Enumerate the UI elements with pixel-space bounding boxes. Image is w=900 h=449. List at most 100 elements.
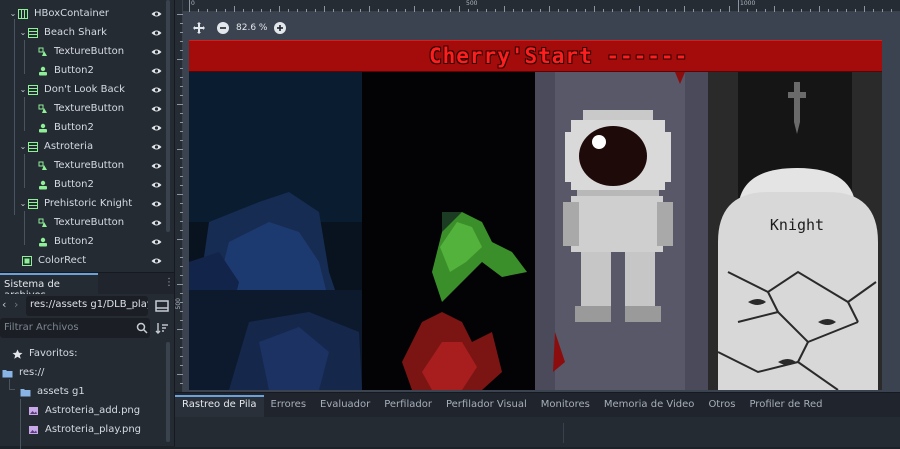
- visibility-eye-icon[interactable]: [151, 162, 162, 170]
- dock-menu-icon[interactable]: ⋮: [164, 277, 174, 291]
- scene-node-row[interactable]: TextureButton: [0, 156, 168, 175]
- scene-node-label: Don't Look Back: [44, 84, 125, 95]
- button-icon: [39, 66, 47, 75]
- sort-icon[interactable]: [155, 321, 169, 335]
- scene-node-row[interactable]: Button2: [0, 118, 168, 137]
- visibility-eye-icon[interactable]: [151, 67, 162, 75]
- visibility-eye-icon[interactable]: [151, 105, 162, 113]
- visibility-eye-icon[interactable]: [151, 181, 162, 189]
- bottom-tab[interactable]: Monitores: [534, 395, 597, 417]
- scene-node-row[interactable]: TextureButton: [0, 42, 168, 61]
- title-banner: Cherry'Start ------: [189, 40, 882, 72]
- scene-node-row[interactable]: Button2: [0, 175, 168, 194]
- bottom-tab[interactable]: Profiler de Red: [742, 395, 829, 417]
- visibility-eye-icon[interactable]: [151, 48, 162, 56]
- bottom-tab[interactable]: Rastreo de Pila: [175, 395, 264, 417]
- texture-button-icon: [38, 104, 47, 113]
- filesystem-item-label: Astroteria_play.png: [45, 424, 142, 435]
- visibility-eye-icon[interactable]: [151, 143, 162, 151]
- ruler-label: 0: [191, 0, 195, 7]
- visibility-eye-icon[interactable]: [151, 124, 162, 132]
- scene-node-label: Astroteria: [44, 141, 94, 152]
- fs-guide-line: [9, 389, 15, 390]
- zoom-controls: 82.6 %: [192, 18, 287, 38]
- zoom-out-icon[interactable]: [216, 21, 230, 35]
- cover-beach-shark[interactable]: [189, 72, 362, 390]
- ruler-label: 1000: [740, 0, 756, 7]
- scene-node-row[interactable]: TextureButton: [0, 99, 168, 118]
- bottom-tab[interactable]: Memoria de Video: [597, 395, 702, 417]
- scene-node-row[interactable]: ⌄ Don't Look Back: [0, 80, 168, 99]
- vbox-container-icon: [28, 84, 38, 95]
- filesystem-item[interactable]: res://: [2, 363, 44, 382]
- back-arrow-icon[interactable]: ‹: [2, 298, 12, 314]
- visibility-eye-icon[interactable]: [151, 200, 162, 208]
- scene-node-row[interactable]: Button2: [0, 61, 168, 80]
- chevron-down-icon[interactable]: ⌄: [18, 28, 28, 37]
- bottom-tab[interactable]: Errores: [264, 395, 314, 417]
- folder-icon: [2, 369, 13, 377]
- texture-button-icon: [38, 218, 47, 227]
- filesystem-item[interactable]: Astroteria_add.png: [28, 401, 140, 420]
- tab-filesystem[interactable]: Sistema de archivos: [0, 273, 98, 301]
- visibility-eye-icon[interactable]: [151, 10, 162, 18]
- scene-node-label: TextureButton: [54, 46, 125, 57]
- bottom-tab[interactable]: Perfilador: [377, 395, 439, 417]
- chevron-down-icon[interactable]: ⌄: [8, 9, 18, 18]
- filesystem-item-label: Favoritos:: [29, 348, 78, 359]
- hbox-container-icon: [18, 8, 28, 19]
- filesystem-item[interactable]: assets g1: [20, 382, 85, 401]
- scene-tree-scrollbar[interactable]: [166, 0, 170, 232]
- filesystem-panel: ‹ › res://assets g1/DLB_play.p Filtrar A…: [0, 294, 174, 449]
- left-ruler: 500: [175, 0, 183, 392]
- zoom-in-icon[interactable]: [273, 21, 287, 35]
- scene-node-row[interactable]: ColorRect: [0, 251, 168, 270]
- panel-divider[interactable]: [563, 423, 564, 443]
- game-scene-canvas[interactable]: Cherry'Start ------ Knight: [189, 40, 882, 390]
- scene-node-label: Prehistoric Knight: [44, 198, 133, 209]
- scene-node-row[interactable]: TextureButton: [0, 213, 168, 232]
- filesystem-dock-header: Sistema de archivos ⋮: [0, 272, 174, 301]
- filesystem-scrollbar[interactable]: [166, 342, 170, 442]
- chevron-down-icon[interactable]: ⌄: [18, 142, 28, 151]
- zoom-level-button[interactable]: 82.6 %: [236, 23, 267, 33]
- visibility-eye-icon[interactable]: [151, 257, 162, 265]
- vbox-container-icon: [28, 198, 38, 209]
- scene-node-row[interactable]: ⌄ HBoxContainer: [0, 4, 168, 23]
- cover-astroteria[interactable]: [535, 72, 708, 390]
- scene-node-row[interactable]: ⌄ Prehistoric Knight: [0, 194, 168, 213]
- scene-node-row[interactable]: ⌄ Astroteria: [0, 137, 168, 156]
- star-icon: [12, 349, 23, 359]
- bottom-panel-content: [175, 417, 900, 447]
- filesystem-item[interactable]: Favoritos:: [12, 344, 78, 363]
- move-view-icon[interactable]: [192, 21, 206, 35]
- bottom-tab[interactable]: Evaluador: [313, 395, 377, 417]
- split-view-icon[interactable]: [154, 298, 170, 314]
- cover-prehistoric-knight[interactable]: Knight: [708, 72, 882, 390]
- prehistoric-knight-art-image: Knight: [708, 72, 882, 390]
- texture-button-icon: [38, 47, 47, 56]
- bottom-tab[interactable]: Perfilador Visual: [439, 395, 534, 417]
- bottom-tab[interactable]: Otros: [701, 395, 742, 417]
- filesystem-item-label: assets g1: [37, 386, 85, 397]
- search-icon: [136, 322, 148, 334]
- filesystem-item[interactable]: Astroteria_play.png: [28, 420, 141, 439]
- chevron-down-icon[interactable]: ⌄: [18, 85, 28, 94]
- folder-icon: [20, 388, 31, 396]
- scene-node-label: TextureButton: [54, 103, 125, 114]
- vbox-container-icon: [28, 141, 38, 152]
- path-field[interactable]: res://assets g1/DLB_play.p: [26, 296, 148, 316]
- scene-node-row[interactable]: Button2: [0, 232, 168, 251]
- visibility-eye-icon[interactable]: [151, 29, 162, 37]
- scene-node-label: ColorRect: [38, 255, 87, 266]
- filter-files-input[interactable]: Filtrar Archivos: [0, 318, 150, 338]
- color-rect-icon: [22, 255, 32, 266]
- chevron-down-icon[interactable]: ⌄: [18, 199, 28, 208]
- visibility-eye-icon[interactable]: [151, 238, 162, 246]
- cover-dont-look-back[interactable]: [362, 72, 535, 390]
- visibility-eye-icon[interactable]: [151, 219, 162, 227]
- scene-node-row[interactable]: ⌄ Beach Shark: [0, 23, 168, 42]
- scene-node-label: HBoxContainer: [34, 8, 109, 19]
- visibility-eye-icon[interactable]: [151, 86, 162, 94]
- forward-arrow-icon[interactable]: ›: [14, 298, 24, 314]
